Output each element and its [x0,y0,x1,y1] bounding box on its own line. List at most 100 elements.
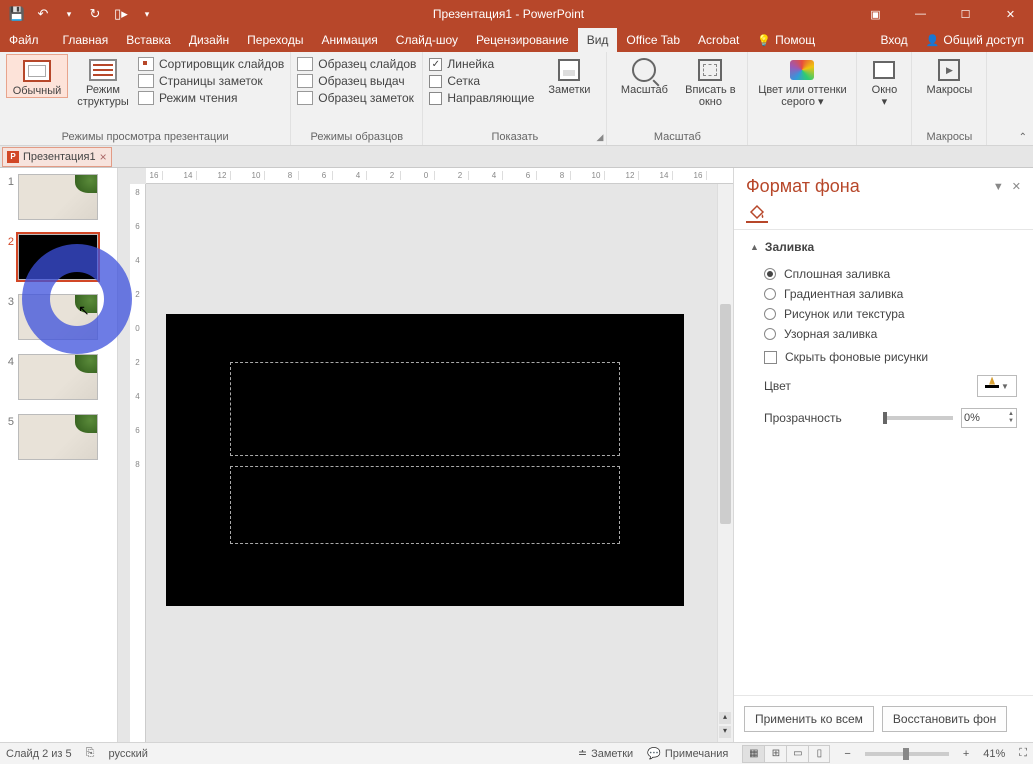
macros-button[interactable]: ▶ Макросы [918,54,980,96]
notes-button[interactable]: Заметки [538,54,600,96]
notes-toggle[interactable]: ≐Заметки [578,747,633,760]
vertical-scrollbar[interactable] [717,184,733,742]
sign-in-button[interactable]: Вход [872,28,917,52]
reading-view-label: Режим чтения [159,91,237,105]
tab-animations[interactable]: Анимация [312,28,386,52]
normal-view-status-button[interactable]: ▦ [742,745,764,763]
transparency-slider[interactable] [883,416,953,420]
tab-view[interactable]: Вид [578,28,618,52]
tab-review[interactable]: Рецензирование [467,28,578,52]
reading-view-icon [138,91,154,105]
collapse-ribbon-button[interactable]: ⌃ [1019,132,1027,143]
spellcheck-icon[interactable]: ⎘ [86,747,95,760]
powerpoint-icon: P [7,151,19,163]
reading-view-status-button[interactable]: ▭ [786,745,808,763]
slide-thumbnail-3[interactable] [18,294,98,340]
slide-count-status[interactable]: Слайд 2 из 5 [6,748,72,760]
comments-toggle[interactable]: 💬Примечания [647,747,728,760]
share-button[interactable]: 👤Общий доступ [917,28,1033,52]
slideshow-status-button[interactable]: ▯ [808,745,830,763]
previous-slide-button[interactable]: ▴ [719,712,731,724]
zoom-button[interactable]: Масштаб [613,54,675,96]
slide-thumbnail-4[interactable] [18,354,98,400]
comments-status-label: Примечания [665,748,729,760]
sorter-view-status-button[interactable]: ⊞ [764,745,786,763]
slide-sorter-button[interactable]: Сортировщик слайдов [138,57,284,71]
slide-thumbnail-5[interactable] [18,414,98,460]
slide-canvas[interactable] [166,314,684,606]
redo-icon[interactable]: ↻ [84,3,106,25]
fill-section-header[interactable]: ▲ Заливка [750,240,1017,254]
pattern-fill-radio[interactable]: Узорная заливка [750,324,1017,344]
transparency-spinner[interactable]: 0% ▲▼ [961,408,1017,428]
tell-me[interactable]: 💡Помощ [748,28,824,52]
ruler-checkbox[interactable]: ✓Линейка [429,57,534,71]
maximize-button[interactable]: ☐ [943,0,988,28]
spinner-arrows[interactable]: ▲▼ [1008,411,1014,425]
apply-to-all-button[interactable]: Применить ко всем [744,706,874,732]
fit-to-window-status-button[interactable]: ⛶ [1019,747,1027,760]
document-tab[interactable]: P Презентация1 × [2,147,112,167]
tab-home[interactable]: Главная [54,28,118,52]
normal-view-button[interactable]: Обычный [6,54,68,98]
zoom-slider[interactable] [865,752,949,756]
hide-background-checkbox[interactable]: Скрыть фоновые рисунки [750,344,1017,367]
undo-dropdown[interactable]: ▾ [58,3,80,25]
document-tab-close-icon[interactable]: × [100,150,107,164]
tab-file[interactable]: Файл [0,28,48,52]
tab-insert[interactable]: Вставка [117,28,180,52]
zoom-out-button[interactable]: − [844,748,850,760]
checkbox-icon: ✓ [429,58,442,71]
window-button[interactable]: Окно▾ [863,54,905,108]
title-placeholder[interactable] [230,362,620,456]
pane-close-button[interactable]: ✕ [1012,180,1021,193]
handout-master-button[interactable]: Образец выдач [297,74,416,88]
tab-transitions[interactable]: Переходы [238,28,312,52]
color-picker-button[interactable]: ▼ [977,375,1017,397]
ribbon-display-options-icon[interactable]: ▣ [853,0,898,28]
fit-to-window-icon [698,59,722,81]
slider-handle[interactable] [883,412,887,424]
minimize-button[interactable]: ― [898,0,943,28]
gridlines-checkbox[interactable]: Сетка [429,74,534,88]
fill-category-icon[interactable] [746,203,768,223]
language-status[interactable]: русский [108,748,147,760]
guides-checkbox[interactable]: Направляющие [429,91,534,105]
thumbnail-number: 5 [4,414,14,428]
ribbon: Обычный Режим структуры Сортировщик слай… [0,52,1033,146]
tab-slideshow[interactable]: Слайд-шоу [387,28,467,52]
subtitle-placeholder[interactable] [230,466,620,544]
qat-customize-dropdown[interactable]: ▾ [136,3,158,25]
reading-view-button[interactable]: Режим чтения [138,91,284,105]
outline-view-button[interactable]: Режим структуры [72,54,134,108]
show-dialog-launcher[interactable]: ◢ [597,132,604,143]
zoom-slider-handle[interactable] [903,748,909,760]
scrollbar-thumb[interactable] [720,304,731,524]
slide-master-button[interactable]: Образец слайдов [297,57,416,71]
next-slide-button[interactable]: ▾ [719,726,731,738]
notes-status-label: Заметки [591,748,633,760]
undo-icon[interactable]: ↶ [32,3,54,25]
tab-officetab[interactable]: Office Tab [617,28,689,52]
zoom-level[interactable]: 41% [983,748,1005,760]
notes-master-label: Образец заметок [318,91,414,105]
gradient-fill-radio[interactable]: Градиентная заливка [750,284,1017,304]
reset-background-button[interactable]: Восстановить фон [882,706,1007,732]
close-button[interactable]: ✕ [988,0,1033,28]
solid-fill-radio[interactable]: Сплошная заливка [750,264,1017,284]
notes-page-button[interactable]: Страницы заметок [138,74,284,88]
gradient-fill-label: Градиентная заливка [784,287,903,301]
pane-options-dropdown[interactable]: ▼ [993,181,1004,193]
group-show-label: Показать [429,131,600,145]
fit-to-window-button[interactable]: Вписать в окно [679,54,741,108]
picture-fill-radio[interactable]: Рисунок или текстура [750,304,1017,324]
color-grayscale-button[interactable]: Цвет или оттенки серого ▾ [754,54,850,108]
notes-master-button[interactable]: Образец заметок [297,91,416,105]
zoom-in-button[interactable]: + [963,748,969,760]
start-from-beginning-icon[interactable]: ▯▸ [110,3,132,25]
save-icon[interactable]: 💾 [6,3,28,25]
slide-thumbnail-2[interactable] [18,234,98,280]
slide-thumbnail-1[interactable] [18,174,98,220]
tab-design[interactable]: Дизайн [180,28,238,52]
tab-acrobat[interactable]: Acrobat [689,28,748,52]
